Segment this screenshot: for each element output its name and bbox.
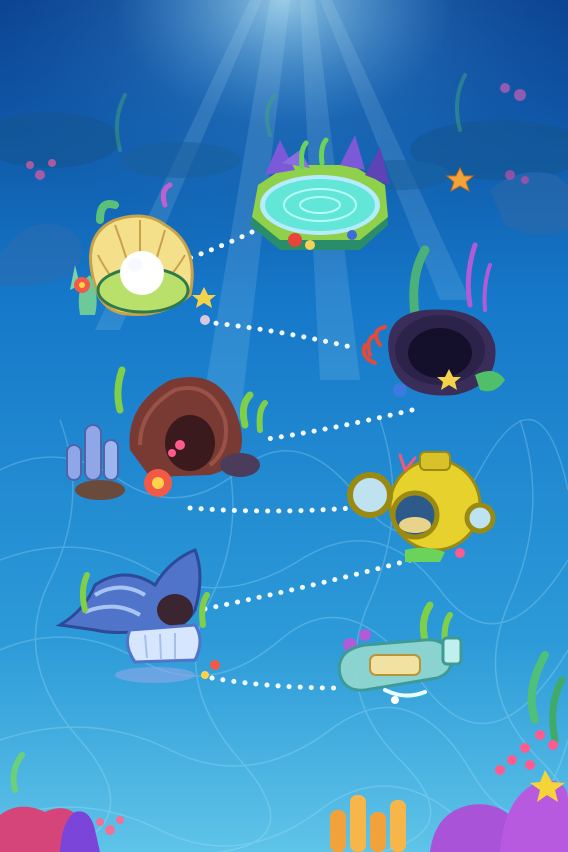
level-5-diving-helmet[interactable] xyxy=(345,450,496,565)
level-6-conch-shell-house[interactable] xyxy=(55,540,225,690)
rock-cave-icon xyxy=(66,366,268,500)
message-bottle-icon xyxy=(337,601,463,704)
level-4-rock-cave[interactable] xyxy=(60,365,275,510)
level-3-stone-barrel-cave[interactable] xyxy=(355,242,515,405)
diving-helmet-icon xyxy=(347,451,496,562)
conch-shell-house-icon xyxy=(55,548,220,683)
level-map-scene xyxy=(0,0,568,852)
stone-barrel-cave-icon xyxy=(361,242,505,397)
level-1-coral-pool[interactable] xyxy=(240,135,400,260)
level-7-message-bottle[interactable] xyxy=(325,600,465,710)
level-2-pearl-oyster[interactable] xyxy=(60,182,220,335)
coral-pool-icon xyxy=(250,135,390,250)
pearl-oyster-icon xyxy=(70,182,216,325)
